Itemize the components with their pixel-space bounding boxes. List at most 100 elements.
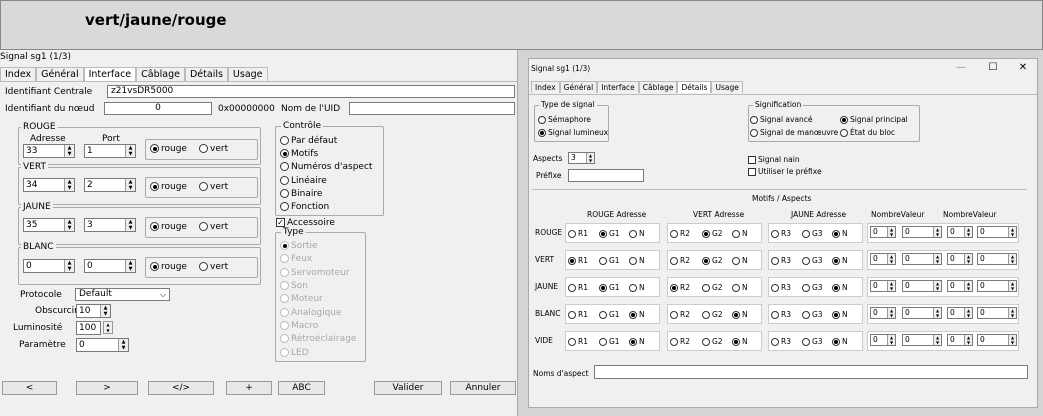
- type-option-led[interactable]: LED: [280, 348, 309, 358]
- jaune-option-n[interactable]: N: [832, 256, 848, 265]
- jaune-radio-rouge[interactable]: rouge: [150, 222, 187, 232]
- nombre-valeur-stepper[interactable]: 0 ▲ ▼: [870, 307, 896, 319]
- vert-option-g2[interactable]: G2: [702, 283, 723, 292]
- tab-details[interactable]: Détails: [677, 81, 712, 93]
- type-option-moteur[interactable]: Moteur: [280, 294, 323, 304]
- type-option-macro[interactable]: Macro: [280, 321, 318, 331]
- signal-lumineux-option[interactable]: Signal lumineux: [538, 128, 608, 137]
- controle-option-par-defaut[interactable]: Par défaut: [280, 136, 337, 146]
- blanc-radio-rouge[interactable]: rouge: [150, 262, 187, 272]
- rouge-port-stepper[interactable]: 1 ▲ ▼: [84, 144, 136, 158]
- tab-index[interactable]: Index: [0, 67, 37, 81]
- blanc-port-stepper[interactable]: 0 ▲ ▼: [84, 259, 136, 273]
- spinner-arrows-icon[interactable]: ▲ ▼: [964, 281, 972, 291]
- controle-option-numeros[interactable]: Numéros d'aspect: [280, 162, 372, 172]
- spinner-arrows-icon[interactable]: ▲ ▼: [1008, 335, 1016, 345]
- semaphore-option[interactable]: Sémaphore: [538, 115, 591, 124]
- vert-radio-vert[interactable]: vert: [199, 182, 228, 192]
- rouge-option-r1[interactable]: R1: [568, 283, 588, 292]
- vert-option-r2[interactable]: R2: [670, 283, 690, 292]
- nombre-valeur-stepper[interactable]: 0 ▲ ▼: [947, 226, 973, 238]
- noms-aspect-field[interactable]: [594, 365, 1028, 379]
- spinner-arrows-icon[interactable]: ▲ ▼: [933, 254, 941, 264]
- jaune-radio-vert[interactable]: vert: [199, 222, 228, 232]
- spinner-arrows-icon[interactable]: ▲ ▼: [1008, 227, 1016, 237]
- spinner-arrows-icon[interactable]: ▲ ▼: [1008, 254, 1016, 264]
- jaune-option-g3[interactable]: G3: [802, 229, 823, 238]
- spinner-arrows-icon[interactable]: ▲ ▼: [964, 227, 972, 237]
- spinner-arrows-icon[interactable]: ▲ ▼: [933, 281, 941, 291]
- vert-radio-rouge[interactable]: rouge: [150, 182, 187, 192]
- controle-option-motifs[interactable]: Motifs: [280, 149, 318, 159]
- rouge-option-g1[interactable]: G1: [599, 229, 620, 238]
- vert-option-g2[interactable]: G2: [702, 256, 723, 265]
- next-button[interactable]: >: [76, 381, 138, 395]
- rouge-option-g1[interactable]: G1: [599, 283, 620, 292]
- rouge-option-n[interactable]: N: [629, 310, 645, 319]
- tab-details[interactable]: Détails: [184, 67, 228, 81]
- tab-general[interactable]: Général: [559, 81, 598, 93]
- jaune-option-r3[interactable]: R3: [771, 283, 791, 292]
- tab-index[interactable]: Index: [531, 81, 560, 93]
- vert-option-g2[interactable]: G2: [702, 229, 723, 238]
- blanc-adresse-stepper[interactable]: 0 ▲ ▼: [23, 259, 75, 273]
- rouge-option-r1[interactable]: R1: [568, 256, 588, 265]
- tab-general[interactable]: Général: [36, 67, 84, 81]
- tab-interface[interactable]: Interface: [83, 67, 137, 81]
- nombre-valeur-stepper[interactable]: 0 ▲ ▼: [902, 334, 942, 346]
- spinner-arrows-icon[interactable]: ▲ ▼: [933, 308, 941, 318]
- jaune-option-r3[interactable]: R3: [771, 229, 791, 238]
- nombre-valeur-stepper[interactable]: 0 ▲ ▼: [870, 334, 896, 346]
- aspects-stepper[interactable]: 3 ▲ ▼: [568, 152, 595, 164]
- nombre-valeur-stepper[interactable]: 0 ▲ ▼: [977, 334, 1017, 346]
- valider-button[interactable]: Valider: [374, 381, 442, 395]
- vert-option-r2[interactable]: R2: [670, 229, 690, 238]
- annuler-button[interactable]: Annuler: [450, 381, 516, 395]
- type-option-sortie[interactable]: Sortie: [280, 241, 318, 251]
- jaune-option-g3[interactable]: G3: [802, 310, 823, 319]
- identifiant-noeud-field[interactable]: 0: [104, 102, 212, 115]
- close-icon[interactable]: ✕: [1016, 62, 1030, 73]
- nombre-valeur-stepper[interactable]: 0 ▲ ▼: [902, 280, 942, 292]
- rouge-adresse-stepper[interactable]: 33 ▲ ▼: [23, 144, 75, 158]
- luminosite-stepper[interactable]: 100: [76, 321, 101, 335]
- controle-option-binaire[interactable]: Binaire: [280, 189, 322, 199]
- type-option-feux[interactable]: Feux: [280, 254, 312, 264]
- protocole-select[interactable]: Default ⌵: [75, 288, 170, 301]
- jaune-port-stepper[interactable]: 3 ▲ ▼: [84, 218, 136, 232]
- rouge-option-g1[interactable]: G1: [599, 310, 620, 319]
- spinner-arrows-icon[interactable]: ▲ ▼: [1008, 308, 1016, 318]
- vert-option-n[interactable]: N: [732, 310, 748, 319]
- signal-nain-checkbox[interactable]: Signal nain: [748, 155, 800, 164]
- rouge-option-n[interactable]: N: [629, 283, 645, 292]
- controle-option-lineaire[interactable]: Linéaire: [280, 176, 327, 186]
- tab-interface[interactable]: Interface: [597, 81, 639, 93]
- nombre-valeur-stepper[interactable]: 0 ▲ ▼: [870, 280, 896, 292]
- rouge-option-r1[interactable]: R1: [568, 310, 588, 319]
- nombre-valeur-stepper[interactable]: 0 ▲ ▼: [947, 307, 973, 319]
- nombre-valeur-stepper[interactable]: 0 ▲ ▼: [902, 307, 942, 319]
- spinner-arrows-icon[interactable]: ▲ ▼: [964, 254, 972, 264]
- nombre-valeur-stepper[interactable]: 0 ▲ ▼: [977, 226, 1017, 238]
- type-option-retroeclairage[interactable]: Rétroéclairage: [280, 334, 356, 344]
- identifiant-centrale-field[interactable]: z21vsDR5000: [107, 85, 515, 98]
- spinner-arrows-icon[interactable]: ▲ ▼: [964, 308, 972, 318]
- etat-bloc-option[interactable]: État du bloc: [840, 128, 895, 137]
- jaune-option-r3[interactable]: R3: [771, 337, 791, 346]
- type-option-son[interactable]: Son: [280, 281, 308, 291]
- rouge-option-r1[interactable]: R1: [568, 337, 588, 346]
- nombre-valeur-stepper[interactable]: 0 ▲ ▼: [947, 280, 973, 292]
- add-button[interactable]: +: [226, 381, 272, 395]
- previous-button[interactable]: <: [2, 381, 57, 395]
- jaune-option-r3[interactable]: R3: [771, 310, 791, 319]
- vert-option-n[interactable]: N: [732, 256, 748, 265]
- jaune-option-n[interactable]: N: [832, 283, 848, 292]
- rouge-option-g1[interactable]: G1: [599, 337, 620, 346]
- jaune-adresse-stepper[interactable]: 35 ▲ ▼: [23, 218, 75, 232]
- spinner-arrows-icon[interactable]: ▲ ▼: [887, 281, 895, 291]
- signal-principal-option[interactable]: Signal principal: [840, 115, 908, 124]
- vert-option-g2[interactable]: G2: [702, 310, 723, 319]
- tab-usage[interactable]: Usage: [711, 81, 743, 93]
- rouge-option-n[interactable]: N: [629, 229, 645, 238]
- vert-adresse-stepper[interactable]: 34 ▲ ▼: [23, 178, 75, 192]
